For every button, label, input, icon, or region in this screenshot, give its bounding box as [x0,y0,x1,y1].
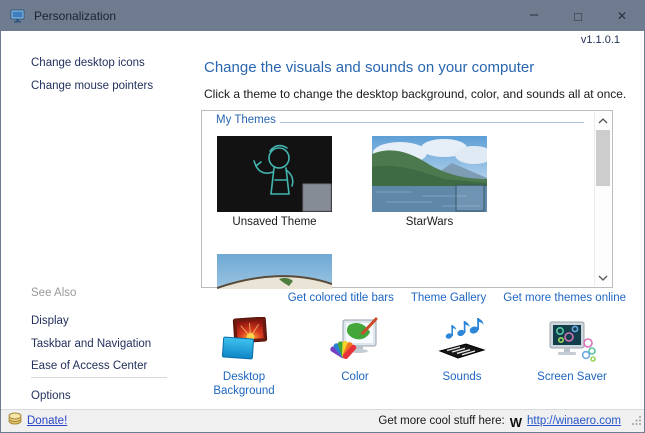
color-label: Color [341,371,369,383]
sidebar-link-options[interactable]: Options [31,390,71,402]
minimize-button[interactable]: – [512,1,556,31]
scrollbar-down-button[interactable] [595,269,611,286]
window-title: Personalization [34,9,117,23]
footer-bar: Donate! Get more cool stuff here: W http… [1,409,644,432]
theme-item-partial[interactable] [217,254,332,289]
page-subtitle: Click a theme to change the desktop back… [204,87,627,101]
sidebar-link-ease-of-access[interactable]: Ease of Access Center [31,360,147,372]
scrollbar-thumb[interactable] [596,130,610,186]
color-button[interactable]: Color [299,317,411,384]
donate-coins-icon [8,412,23,430]
personalization-window: Personalization – □ ✕ v1.1.0.1 Change de… [0,0,645,433]
link-get-colored-title-bars[interactable]: Get colored title bars [288,292,394,304]
desktop-background-label: Desktop Background [213,371,275,397]
theme-thumbnail-unsaved [217,136,332,212]
color-icon [299,317,411,365]
theme-name: Unsaved Theme [232,216,317,228]
sounds-label: Sounds [442,371,482,383]
desktop-background-button[interactable]: Desktop Background [188,317,300,398]
winaero-link[interactable]: http://winaero.com [527,415,621,427]
group-divider-line [280,122,584,123]
close-button[interactable]: ✕ [600,1,644,31]
themes-listbox: My Themes Unsaved Theme StarWars [201,110,613,289]
theme-thumbnail-partial [217,254,332,289]
desktop-background-icon [188,317,300,365]
footer-promo-text: Get more cool stuff here: [378,415,505,427]
winaero-logo-icon: W [509,415,523,430]
maximize-button[interactable]: □ [556,1,600,31]
sounds-icon [406,317,518,365]
screen-saver-icon [516,317,628,365]
sounds-button[interactable]: Sounds [406,317,518,384]
theme-item-unsaved[interactable]: Unsaved Theme [217,136,332,228]
sidebar-link-display[interactable]: Display [31,315,69,327]
donate-link[interactable]: Donate! [27,415,67,427]
sidebar-link-change-desktop-icons[interactable]: Change desktop icons [31,57,145,69]
page-title: Change the visuals and sounds on your co… [204,59,535,76]
app-version: v1.1.0.1 [580,34,620,46]
see-also-header: See Also [31,287,77,299]
theme-thumbnail-starwars [372,136,487,212]
sidebar-divider [31,377,167,378]
themes-scrollbar[interactable] [594,112,611,286]
sidebar-link-taskbar[interactable]: Taskbar and Navigation [31,338,151,350]
theme-name: StarWars [405,216,454,228]
screen-saver-button[interactable]: Screen Saver [516,317,628,384]
themes-group-label: My Themes [213,114,279,126]
theme-links-row: Get colored title bars Theme Gallery Get… [288,292,626,304]
sidebar-link-change-mouse-pointers[interactable]: Change mouse pointers [31,80,153,92]
title-bar: Personalization – □ ✕ [1,1,644,31]
link-theme-gallery[interactable]: Theme Gallery [411,292,486,304]
resize-grip[interactable] [632,412,642,430]
theme-item-starwars[interactable]: StarWars [372,136,487,228]
screen-saver-label: Screen Saver [537,371,607,383]
scrollbar-up-button[interactable] [595,112,611,129]
app-monitor-icon [10,8,26,24]
link-get-more-themes-online[interactable]: Get more themes online [503,292,626,304]
